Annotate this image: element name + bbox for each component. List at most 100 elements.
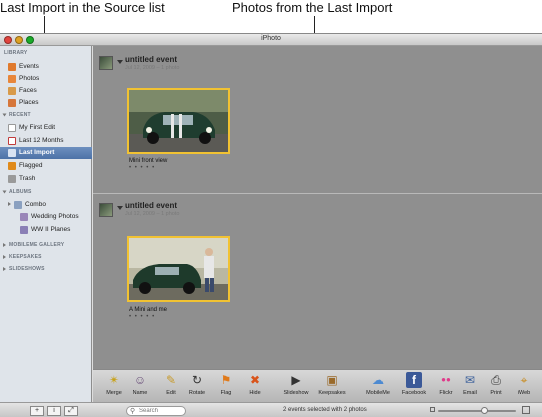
sidebar-item-places[interactable]: Places	[0, 97, 92, 109]
places-icon	[8, 99, 16, 107]
mobileme-button[interactable]: ☁ MobileMe	[363, 372, 393, 402]
sidebar-item-label: WW II Planes	[31, 226, 71, 233]
flickr-icon: ●●	[441, 375, 451, 384]
sidebar-item-label: My First Edit	[19, 124, 56, 131]
keepsakes-icon: ▣	[326, 373, 338, 387]
status-bar: + i ⤢ ⚲ 2 events selected with 2 photos	[0, 402, 542, 417]
slideshows-disclosure-icon[interactable]	[3, 267, 6, 271]
iweb-button[interactable]: ⌖ iWeb	[509, 372, 539, 402]
keepsakes-disclosure-icon[interactable]	[3, 255, 6, 259]
sidebar-item-trash[interactable]: Trash	[0, 173, 92, 185]
sidebar-item-label: Photos	[19, 75, 40, 82]
toolbar-button-label: Keepsakes	[318, 390, 346, 396]
toolbar-button-label: Facebook	[401, 390, 427, 396]
last-import-icon	[8, 149, 16, 157]
facebook-icon: f	[406, 372, 422, 388]
sidebar-item-label: Wedding Photos	[31, 213, 79, 220]
event-disclosure-icon[interactable]	[117, 206, 123, 210]
zoom-slider[interactable]	[438, 407, 516, 414]
sidebar-item-faces[interactable]: Faces	[0, 85, 92, 97]
section-recent[interactable]: RECENT	[9, 112, 31, 118]
toolbar-button-label: iWeb	[517, 390, 531, 396]
section-library[interactable]: LIBRARY	[4, 50, 27, 56]
rotate-button[interactable]: ↻ Rotate	[182, 372, 212, 402]
album-icon	[20, 213, 28, 221]
zoom-large-icon	[522, 406, 530, 414]
section-mobileme-gallery[interactable]: MOBILEME GALLERY	[9, 242, 64, 248]
name-button[interactable]: ☺ Name	[125, 372, 155, 402]
callout-source-list: Last Import in the Source list	[0, 0, 165, 15]
sidebar-item-last-import[interactable]: Last Import	[0, 147, 92, 159]
toolbar-button-label: Name	[132, 390, 148, 396]
section-keepsakes[interactable]: KEEPSAKES	[9, 254, 42, 260]
iphoto-window: iPhoto LIBRARY Events Photos Faces Place…	[0, 33, 542, 417]
photo-rating[interactable]: • • • • •	[129, 165, 155, 171]
hide-button[interactable]: ✖ Hide	[240, 372, 270, 402]
sidebar-item-ww-ii-planes[interactable]: WW II Planes	[0, 224, 92, 236]
flag-icon	[8, 162, 16, 170]
title-bar: iPhoto	[0, 34, 542, 46]
sidebar-item-events[interactable]: Events	[0, 61, 92, 73]
sidebar-item-wedding-photos[interactable]: Wedding Photos	[0, 211, 92, 223]
zoom-small-icon	[430, 407, 435, 412]
sidebar-item-label: Places	[19, 99, 39, 106]
folder-disclosure-icon[interactable]	[8, 202, 11, 206]
albums-disclosure-icon[interactable]	[2, 190, 7, 194]
car-photo	[129, 90, 228, 152]
sidebar-item-label: Flagged	[19, 162, 43, 169]
photo-rating[interactable]: • • • • •	[129, 314, 155, 320]
recent-disclosure-icon[interactable]	[2, 113, 7, 117]
sidebar-item-flagged[interactable]: Flagged	[0, 160, 92, 172]
search-input[interactable]	[139, 407, 183, 415]
car-and-person-photo	[129, 238, 228, 300]
event-title[interactable]: untitled event	[125, 55, 177, 64]
event-disclosure-icon[interactable]	[117, 60, 123, 64]
search-field[interactable]: ⚲	[126, 406, 186, 416]
trash-icon	[8, 175, 16, 183]
full-screen-button[interactable]: ⤢	[64, 406, 78, 416]
print-icon: ⎙	[491, 373, 501, 387]
print-button[interactable]: ⎙ Print	[481, 372, 511, 402]
section-slideshows[interactable]: SLIDESHOWS	[9, 266, 45, 272]
mobileme-icon: ☁	[372, 373, 384, 387]
callout-last-import-photos: Photos from the Last Import	[232, 0, 393, 15]
toolbar: ✴ Merge ☺ Name ✎ Edit ↻ Rotate ⚑ Flag ✖ …	[93, 369, 542, 402]
events-icon	[8, 63, 16, 71]
photo-thumbnail[interactable]	[127, 236, 230, 302]
album-icon	[8, 124, 16, 132]
event-group: untitled event Jul 12, 2009 – 1 photo	[93, 194, 542, 370]
photo-title[interactable]: A Mini and me	[129, 307, 167, 313]
window-title: iPhoto	[261, 35, 281, 42]
facebook-button[interactable]: f Facebook	[399, 372, 429, 402]
event-key-photo[interactable]	[99, 203, 113, 217]
calendar-icon	[8, 137, 16, 145]
flag-button[interactable]: ⚑ Flag	[211, 372, 241, 402]
zoom-slider-knob[interactable]	[480, 407, 488, 414]
sidebar-item-label: Last 12 Months	[19, 137, 64, 144]
photo-thumbnail[interactable]	[127, 88, 230, 154]
section-albums[interactable]: ALBUMS	[9, 189, 32, 195]
toolbar-button-label: Rotate	[188, 390, 206, 396]
event-group: untitled event Jul 12, 2009 – 1 photo	[93, 46, 542, 193]
keepsakes-button[interactable]: ▣ Keepsakes	[317, 372, 347, 402]
toolbar-button-label: Hide	[249, 390, 261, 396]
event-date: Jul 12, 2009 – 1 photo	[125, 65, 180, 71]
mobileme-disclosure-icon[interactable]	[3, 243, 6, 247]
rotate-icon: ↻	[191, 373, 203, 387]
source-list: LIBRARY Events Photos Faces Places RECEN…	[0, 46, 92, 402]
toolbar-button-label: Flag	[220, 390, 232, 396]
info-button[interactable]: i	[47, 406, 61, 416]
slideshow-button[interactable]: ▶ Slideshow	[281, 372, 311, 402]
toolbar-button-label: Slideshow	[283, 390, 309, 396]
iweb-icon: ⌖	[520, 373, 528, 387]
event-key-photo[interactable]	[99, 56, 113, 70]
album-icon	[20, 226, 28, 234]
sidebar-item-last-12-months[interactable]: Last 12 Months	[0, 135, 92, 147]
event-title[interactable]: untitled event	[125, 201, 177, 210]
sidebar-item-my-first-edit[interactable]: My First Edit	[0, 122, 92, 134]
sidebar-item-label: Events	[19, 63, 39, 70]
sidebar-item-photos[interactable]: Photos	[0, 73, 92, 85]
add-button[interactable]: +	[30, 406, 44, 416]
photo-title[interactable]: Mini front view	[129, 158, 167, 164]
sidebar-item-combo[interactable]: Combo	[0, 199, 92, 211]
